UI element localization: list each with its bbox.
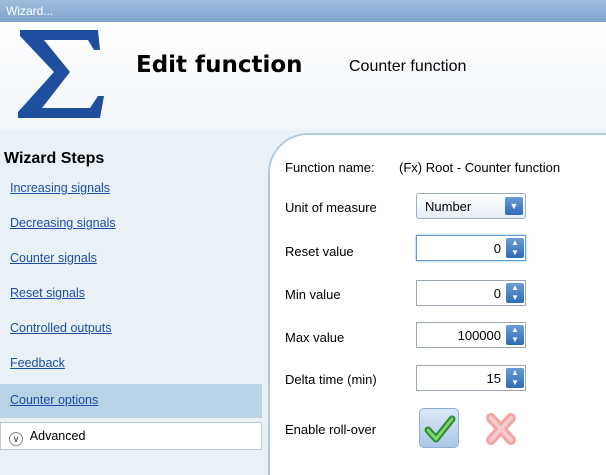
unit-of-measure-value: Number (425, 199, 472, 214)
max-value-label: Max value (285, 330, 345, 345)
min-value-input[interactable]: 0 (494, 286, 501, 301)
window-title-bar: Wizard... (0, 0, 606, 22)
spin-down-icon[interactable]: ▼ (506, 293, 524, 303)
step-decreasing-signals[interactable]: Decreasing signals (0, 207, 262, 241)
page-subtitle: Counter function (349, 58, 467, 75)
check-icon (424, 415, 456, 443)
max-value-input[interactable]: 100000 (458, 328, 501, 343)
min-value-label: Min value (285, 287, 341, 302)
reset-value-input[interactable]: 0 (494, 241, 501, 256)
max-value-stepper[interactable]: 100000 ▲ ▼ (416, 322, 526, 348)
reset-value-stepper[interactable]: 0 ▲ ▼ (416, 235, 526, 261)
step-reset-signals[interactable]: Reset signals (0, 277, 262, 311)
spin-down-icon[interactable]: ▼ (506, 335, 524, 345)
reset-value-label: Reset value (285, 244, 354, 259)
step-controlled-outputs[interactable]: Controlled outputs (0, 312, 262, 346)
reset-value-spinner[interactable]: ▲ ▼ (506, 238, 524, 258)
header: Edit function Counter function (0, 22, 606, 130)
step-counter-signals[interactable]: Counter signals (0, 242, 262, 276)
sigma-icon (18, 30, 104, 118)
min-value-spinner[interactable]: ▲ ▼ (506, 283, 524, 303)
step-increasing-signals[interactable]: Increasing signals (0, 172, 262, 206)
advanced-toggle[interactable]: ∨ Advanced (0, 422, 262, 450)
dropdown-arrow-icon[interactable]: ▼ (505, 197, 523, 215)
max-value-spinner[interactable]: ▲ ▼ (506, 325, 524, 345)
chevron-down-icon: ∨ (9, 432, 23, 446)
spin-up-icon[interactable]: ▲ (506, 325, 524, 335)
min-value-stepper[interactable]: 0 ▲ ▼ (416, 280, 526, 306)
close-icon (486, 413, 516, 445)
spin-up-icon[interactable]: ▲ (506, 238, 524, 248)
delta-time-spinner[interactable]: ▲ ▼ (506, 368, 524, 388)
unit-of-measure-select[interactable]: Number ▼ (416, 193, 526, 219)
spin-up-icon[interactable]: ▲ (506, 283, 524, 293)
rollover-yes-button[interactable] (419, 408, 459, 448)
wizard-steps-list: Increasing signals Decreasing signals Co… (0, 172, 262, 475)
rollover-no-button[interactable] (481, 410, 521, 448)
enable-rollover-label: Enable roll-over (285, 422, 377, 437)
window-title: Wizard... (6, 4, 54, 18)
function-name-label: Function name: (285, 160, 375, 175)
page-title: Edit function (136, 52, 303, 78)
spin-down-icon[interactable]: ▼ (506, 248, 524, 258)
spin-down-icon[interactable]: ▼ (506, 378, 524, 388)
unit-of-measure-label: Unit of measure (285, 200, 377, 215)
advanced-label: Advanced (29, 429, 86, 443)
function-name-value: (Fx) Root - Counter function (399, 160, 561, 175)
delta-time-stepper[interactable]: 15 ▲ ▼ (416, 365, 526, 391)
step-feedback[interactable]: Feedback (0, 347, 262, 381)
delta-time-input[interactable]: 15 (487, 371, 501, 386)
spin-up-icon[interactable]: ▲ (506, 368, 524, 378)
wizard-steps-title: Wizard Steps (4, 150, 105, 167)
step-counter-options[interactable]: Counter options (0, 384, 262, 418)
delta-time-label: Delta time (min) (285, 372, 377, 387)
